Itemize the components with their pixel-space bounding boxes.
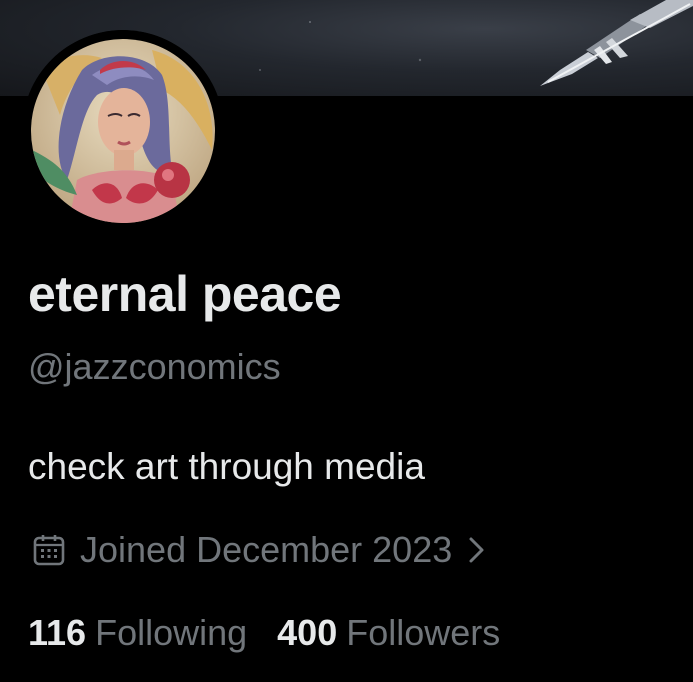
profile-avatar[interactable] <box>22 30 224 232</box>
following-count: 116 <box>28 612 87 653</box>
joined-date-row[interactable]: Joined December 2023 <box>32 528 488 572</box>
followers-label: Followers <box>346 612 501 653</box>
followers-link[interactable]: 400 Followers <box>277 612 500 654</box>
avatar-artwork <box>22 30 224 232</box>
calendar-icon <box>33 535 65 566</box>
follow-stats: 116 Following 400 Followers <box>28 612 530 654</box>
chevron-right-icon <box>469 537 484 563</box>
followers-count: 400 <box>277 612 338 653</box>
joined-date-text: Joined December 2023 <box>80 529 453 570</box>
following-link[interactable]: 116 Following <box>28 612 247 654</box>
profile-bio: check art through media <box>28 446 425 487</box>
profile-display-name: eternal peace <box>28 266 342 322</box>
profile-handle: @jazzconomics <box>28 346 281 387</box>
following-label: Following <box>95 612 248 653</box>
